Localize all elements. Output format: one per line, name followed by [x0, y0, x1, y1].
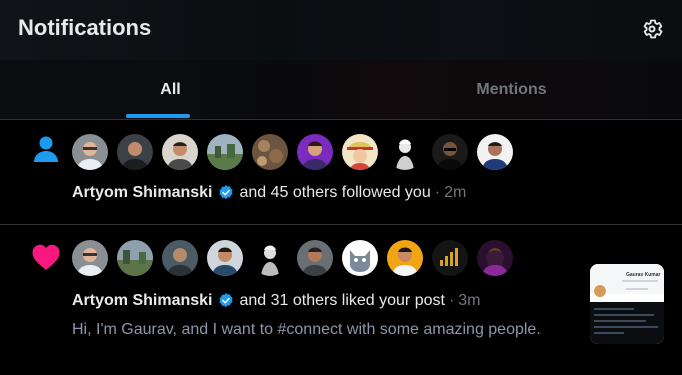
thumbnail-caption: Gaurav Kumar [626, 272, 661, 278]
post-excerpt: Hi, I'm Gaurav, and I want to #connect w… [72, 321, 541, 338]
notification-action: and 31 others liked your post [239, 292, 445, 309]
thumbnail-line [594, 314, 654, 316]
avatar[interactable] [117, 240, 153, 276]
gear-icon[interactable] [640, 17, 664, 41]
thumbnail-body [590, 302, 664, 344]
thumbnail-avatar [593, 284, 607, 298]
separator: · [434, 184, 441, 201]
avatar[interactable] [387, 134, 423, 170]
verified-badge-icon [219, 185, 234, 200]
user-name[interactable]: Artyom Shimanski [72, 292, 212, 310]
thumbnail-line [594, 326, 658, 328]
follower-avatars [72, 134, 513, 170]
tab-all[interactable]: All [0, 60, 341, 120]
avatar[interactable] [342, 240, 378, 276]
avatar[interactable] [387, 240, 423, 276]
liker-avatars [72, 240, 513, 276]
avatar[interactable] [477, 240, 513, 276]
thumbnail-line [594, 308, 634, 310]
notification-text: Artyom Shimanski and 31 others liked you… [72, 292, 481, 310]
active-tab-indicator [126, 114, 190, 118]
notification-follow[interactable]: Artyom Shimanski and 45 others followed … [0, 121, 682, 225]
timestamp: 2m [444, 184, 467, 201]
avatar[interactable] [432, 240, 468, 276]
avatar[interactable] [297, 240, 333, 276]
avatar[interactable] [477, 134, 513, 170]
page-title: Notifications [18, 15, 152, 40]
avatar[interactable] [162, 134, 198, 170]
user-name[interactable]: Artyom Shimanski [72, 184, 212, 202]
tab-bar: All Mentions [0, 60, 682, 120]
thumbnail-line [594, 320, 646, 322]
notification-like[interactable]: Artyom Shimanski and 31 others liked you… [0, 226, 682, 375]
avatar[interactable] [72, 134, 108, 170]
timestamp: 3m [458, 292, 481, 309]
avatar[interactable] [432, 134, 468, 170]
avatar[interactable] [252, 240, 288, 276]
verified-badge-icon [219, 293, 234, 308]
avatar[interactable] [207, 240, 243, 276]
avatar[interactable] [252, 134, 288, 170]
heart-icon [32, 244, 60, 270]
notification-action: and 45 others followed you [239, 184, 431, 201]
notification-text: Artyom Shimanski and 45 others followed … [72, 184, 466, 202]
tab-mentions[interactable]: Mentions [341, 60, 682, 120]
thumbnail-line [626, 288, 648, 290]
avatar[interactable] [162, 240, 198, 276]
avatar[interactable] [117, 134, 153, 170]
separator: · [448, 292, 455, 309]
avatar[interactable] [72, 240, 108, 276]
thumbnail-line [594, 332, 624, 334]
person-icon [34, 136, 58, 162]
avatar[interactable] [297, 134, 333, 170]
avatar[interactable] [207, 134, 243, 170]
header: Notifications [0, 0, 682, 60]
thumbnail-line [622, 280, 658, 282]
post-media-thumbnail[interactable]: Gaurav Kumar [590, 264, 664, 344]
avatar[interactable] [342, 134, 378, 170]
